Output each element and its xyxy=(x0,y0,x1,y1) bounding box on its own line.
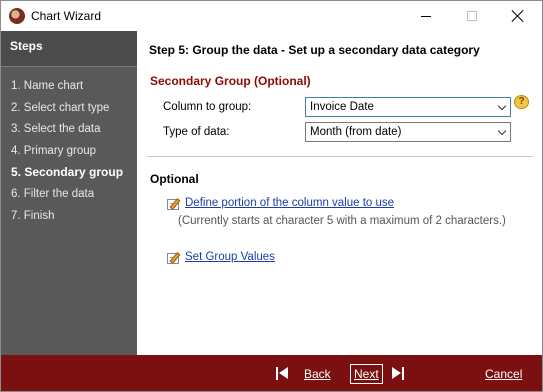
app-icon xyxy=(9,8,25,24)
step-select-chart-type: 2. Select chart type xyxy=(11,101,110,114)
step-select-data: 3. Select the data xyxy=(11,123,101,136)
steps-sidebar: Steps 1. Name chart 2. Select chart type… xyxy=(1,31,137,355)
step-name-chart: 1. Name chart xyxy=(11,80,84,92)
step-filter-data: 6. Filter the data xyxy=(11,187,95,200)
column-to-group-value: Invoice Date xyxy=(310,101,374,113)
main-panel: Step 5: Group the data - Set up a second… xyxy=(137,31,542,355)
sidebar-header: Steps xyxy=(1,31,137,67)
maximize-button[interactable] xyxy=(449,1,495,31)
set-group-values-link[interactable]: Set Group Values xyxy=(185,251,275,263)
type-of-data-value: Month (from date) xyxy=(310,126,402,138)
define-portion-note: (Currently starts at character 5 with a … xyxy=(178,215,506,227)
column-to-group-label: Column to group: xyxy=(163,101,252,113)
title-bar: Chart Wizard xyxy=(1,1,542,31)
cancel-button[interactable]: Cancel xyxy=(485,367,522,381)
window-title: Chart Wizard xyxy=(31,9,102,23)
chevron-down-icon xyxy=(497,101,507,111)
help-icon[interactable]: ? xyxy=(514,95,529,109)
wizard-footer: Back Next Cancel xyxy=(1,355,542,391)
skip-back-icon xyxy=(279,367,288,379)
chevron-down-icon xyxy=(497,126,507,136)
secondary-group-title: Secondary Group (Optional) xyxy=(150,74,311,88)
skip-forward-icon xyxy=(392,367,401,379)
close-button[interactable] xyxy=(495,1,541,31)
step-heading: Step 5: Group the data - Set up a second… xyxy=(149,43,480,57)
steps-list: 1. Name chart 2. Select chart type 3. Se… xyxy=(1,77,137,228)
step-secondary-group: 5. Secondary group xyxy=(11,165,124,180)
minimize-button[interactable] xyxy=(403,1,449,31)
optional-title: Optional xyxy=(150,172,199,186)
edit-notepad-icon xyxy=(167,197,182,211)
last-step-button[interactable] xyxy=(392,367,406,380)
type-of-data-select[interactable]: Month (from date) xyxy=(305,122,511,142)
sidebar-header-label: Steps xyxy=(10,39,43,53)
maximize-icon xyxy=(467,11,477,21)
step-finish: 7. Finish xyxy=(11,209,55,222)
step-primary-group: 4. Primary group xyxy=(11,144,97,157)
section-divider xyxy=(147,156,533,157)
column-to-group-select[interactable]: Invoice Date xyxy=(305,97,511,117)
first-step-button[interactable] xyxy=(276,367,290,380)
edit-notepad-icon xyxy=(167,251,182,265)
type-of-data-label: Type of data: xyxy=(163,126,230,138)
minimize-icon xyxy=(421,15,431,17)
back-button[interactable]: Back xyxy=(304,367,331,381)
close-icon xyxy=(512,10,524,22)
next-button[interactable]: Next xyxy=(350,364,383,384)
chart-wizard-window: Chart Wizard Steps 1. Name chart 2. Sele… xyxy=(0,0,543,392)
define-portion-link[interactable]: Define portion of the column value to us… xyxy=(185,197,394,209)
